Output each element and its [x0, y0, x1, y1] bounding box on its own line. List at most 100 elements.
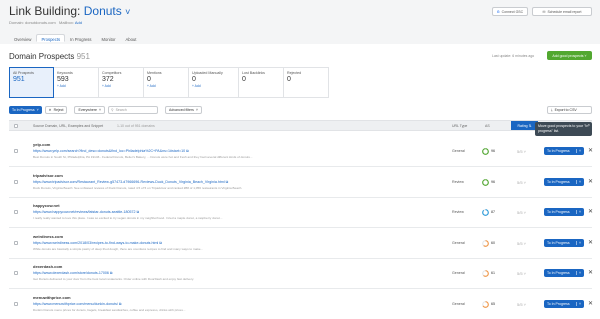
add-prospects-button[interactable]: Add good prospects ˅ — [547, 51, 592, 60]
authority-score-ring-icon — [482, 270, 489, 277]
reject-label: Reject — [53, 108, 64, 112]
row-checkbox[interactable] — [14, 210, 18, 214]
row-reject-icon[interactable]: ✕ — [588, 147, 593, 154]
chevron-down-icon[interactable]: ˅ — [575, 301, 581, 306]
stat-mentions[interactable]: Mentions 0 + Add — [144, 67, 189, 98]
section-title-text: Domain Prospects — [9, 52, 75, 61]
bulk-to-in-progress-button[interactable]: To In Progress ˅ — [9, 106, 42, 114]
row-checkbox[interactable] — [14, 301, 18, 306]
row-domain[interactable]: menuwithprice.com — [33, 295, 71, 300]
col-rating[interactable]: Rating ⇅ — [511, 121, 538, 130]
row-url-text[interactable]: https://www.tripadvisor.com/Restaurant_R… — [33, 180, 225, 184]
mailbox-add-link[interactable]: Add — [75, 20, 82, 25]
authority-score-ring-icon — [482, 239, 489, 247]
row-url-text[interactable]: https://www.yelp.com/search?find_desc=do… — [33, 149, 185, 153]
row-url[interactable]: https://www.weirdiness.com/2018/03/recip… — [33, 241, 162, 245]
project-selector[interactable]: Donuts ˅ — [84, 4, 131, 18]
tooltip: Move good prospects to your "In progress… — [535, 122, 592, 136]
project-name[interactable]: Donuts — [84, 4, 122, 18]
chevron-down-icon[interactable]: ˅ — [575, 179, 581, 184]
external-link-icon[interactable]: ⧉ — [159, 241, 162, 245]
stat-keywords[interactable]: Keywords 593 + Add — [54, 67, 99, 98]
row-rating-select[interactable]: 5/5 ˅ — [517, 271, 526, 276]
tab-prospects[interactable]: Prospects — [36, 34, 66, 42]
row-reject-icon[interactable]: ✕ — [588, 300, 593, 307]
chevron-down-icon[interactable]: ˅ — [575, 210, 581, 214]
row-to-in-progress-button[interactable]: To In Progress ˅ — [544, 238, 584, 247]
row-url[interactable]: https://www.happycow.net/reviews/fatstar… — [33, 210, 139, 214]
tab-about[interactable]: About — [120, 34, 141, 42]
advanced-filters-button[interactable]: Advanced filters ˅ — [165, 106, 202, 114]
stat-uploaded-manually[interactable]: Uploaded Manually 0 + Add — [189, 67, 239, 98]
chevron-down-icon[interactable]: ˅ — [575, 271, 581, 275]
row-url-text[interactable]: https://www.dexerdash.com/store/donuts-1… — [33, 271, 109, 275]
reject-button[interactable]: ✕ Reject — [44, 106, 68, 114]
col-url-type[interactable]: URL Type — [452, 124, 467, 128]
tab-overview[interactable]: Overview — [9, 34, 36, 42]
search-input[interactable]: ⚲ Search — [108, 106, 159, 114]
row-checkbox[interactable] — [14, 179, 18, 184]
col-authority[interactable]: AS — [485, 124, 490, 128]
row-domain[interactable]: yelp.com — [33, 142, 50, 147]
row-url-text[interactable]: https://www.weirdiness.com/2018/03/recip… — [33, 241, 158, 245]
stat-rejected[interactable]: Rejected 0 — [284, 67, 329, 98]
row-checkbox[interactable] — [14, 240, 18, 245]
row-url-text[interactable]: https://www.menuwithprice.com/menu/dunki… — [33, 302, 118, 306]
row-domain[interactable]: weirdiness.com — [33, 234, 63, 239]
row-domain[interactable]: happycow.net — [33, 203, 60, 208]
row-to-in-progress-button[interactable]: To In Progress ˅ — [544, 269, 584, 277]
section-title: Domain Prospects 951 — [9, 52, 90, 61]
chevron-down-icon[interactable]: ˅ — [125, 7, 130, 17]
row-checkbox[interactable] — [14, 149, 18, 153]
add-competitors-link[interactable]: + Add — [102, 84, 140, 88]
schedule-email-button[interactable]: ✉ Schedule email report — [532, 7, 592, 16]
row-reject-icon[interactable]: ✕ — [588, 208, 593, 215]
row-rating-select[interactable]: 5/5 ˅ — [517, 180, 526, 185]
export-csv-button[interactable]: ⤓ Export to CSV — [547, 106, 592, 114]
row-domain[interactable]: tripadvisor.com — [33, 173, 63, 178]
row-domain[interactable]: dexerdash.com — [33, 264, 62, 269]
external-link-icon[interactable]: ⧉ — [226, 180, 229, 184]
external-link-icon[interactable]: ⧉ — [119, 302, 122, 306]
external-link-icon[interactable]: ⧉ — [136, 210, 139, 214]
project-domain: Domain: donutdonuts.com — [9, 20, 56, 25]
row-to-in-progress-button[interactable]: To In Progress ˅ — [544, 147, 584, 155]
connect-gsc-button[interactable]: G Connect GSC — [492, 7, 528, 16]
tab-monitor[interactable]: Monitor — [97, 34, 121, 42]
stat-lost-backlinks[interactable]: Lost Backlinks 0 — [239, 67, 284, 98]
row-to-in-progress-button[interactable]: To In Progress ˅ — [544, 177, 584, 186]
row-rating-select[interactable]: 5/5 ˅ — [517, 302, 526, 307]
row-rating-select[interactable]: 5/5 ˅ — [517, 149, 526, 154]
row-reject-icon[interactable]: ✕ — [588, 178, 593, 185]
chevron-down-icon: ˅ — [195, 108, 198, 112]
row-rating-select[interactable]: 5/5 ˅ — [517, 210, 526, 215]
sort-icon: ⇅ — [528, 123, 532, 128]
row-rating-select[interactable]: 5/5 ˅ — [517, 241, 526, 246]
add-keywords-link[interactable]: + Add — [57, 84, 95, 88]
external-link-icon[interactable]: ⧉ — [110, 271, 113, 275]
select-all-checkbox[interactable] — [14, 124, 18, 128]
row-checkbox[interactable] — [14, 271, 18, 275]
external-link-icon[interactable]: ⧉ — [186, 149, 189, 153]
row-to-in-progress-button[interactable]: To In Progress ˅ — [544, 208, 584, 216]
stat-all-prospects[interactable]: All Prospects 951 — [9, 67, 54, 98]
row-url-text[interactable]: https://www.happycow.net/reviews/fatstar… — [33, 210, 135, 214]
row-reject-icon[interactable]: ✕ — [588, 269, 593, 276]
add-manual-link[interactable]: + Add — [192, 84, 235, 88]
scope-select[interactable]: Everywhere ˅ — [74, 106, 106, 114]
row-to-in-progress-button[interactable]: To In Progress ˅ — [544, 299, 584, 308]
chevron-down-icon[interactable]: ˅ — [575, 240, 581, 245]
stat-label: Competitors — [102, 71, 122, 75]
tab-in-progress[interactable]: In Progress — [65, 34, 96, 42]
row-reject-icon[interactable]: ✕ — [588, 239, 593, 246]
chevron-down-icon[interactable]: ˅ — [575, 149, 581, 153]
authority-score-ring-icon — [482, 209, 489, 216]
tooltip-close-icon[interactable]: × — [588, 122, 590, 128]
row-url[interactable]: https://www.menuwithprice.com/menu/dunki… — [33, 302, 121, 306]
stat-value: 0 — [287, 76, 291, 83]
row-url[interactable]: https://www.yelp.com/search?find_desc=do… — [33, 149, 189, 153]
row-url[interactable]: https://www.dexerdash.com/store/donuts-1… — [33, 271, 113, 275]
add-mentions-link[interactable]: + Add — [147, 84, 185, 88]
row-url[interactable]: https://www.tripadvisor.com/Restaurant_R… — [33, 180, 228, 184]
stat-competitors[interactable]: Competitors 372 + Add — [99, 67, 144, 98]
